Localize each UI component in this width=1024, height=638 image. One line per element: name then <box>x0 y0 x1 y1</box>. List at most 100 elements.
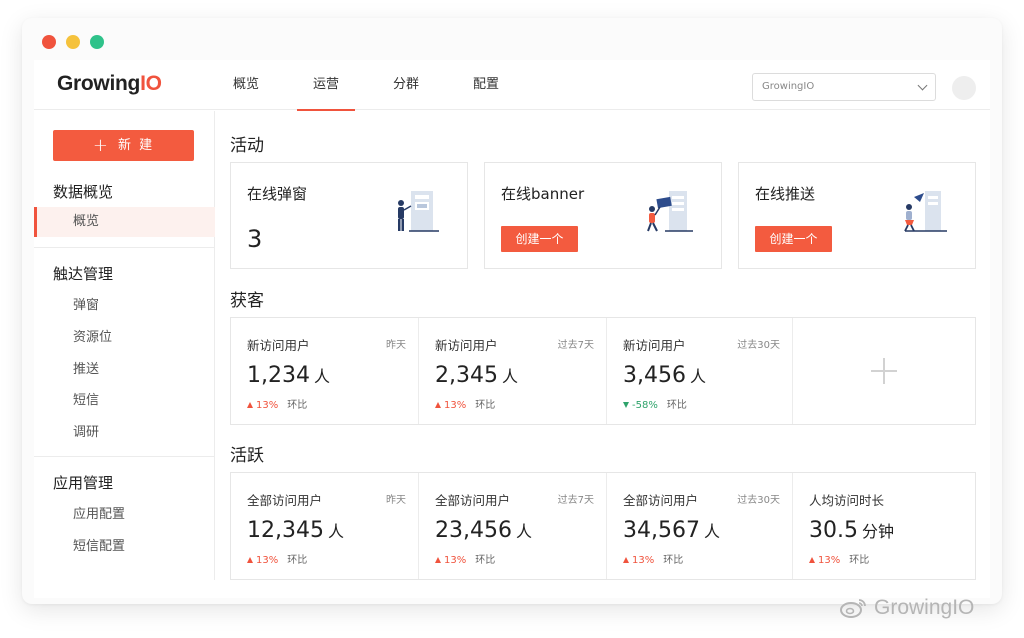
trend-up-icon <box>247 402 253 408</box>
section-title-activity: 活动 <box>230 136 264 156</box>
stat-period: 昨天 <box>386 495 406 506</box>
stat-value: 23,456 人 <box>435 518 532 543</box>
stat-compare-label: 环比 <box>849 555 870 566</box>
stat-card[interactable]: 新访问用户 过去30天 3,456 人 -58% 环比 <box>607 318 793 424</box>
sidebar-item-popup[interactable]: 弹窗 <box>34 291 215 321</box>
activity-card-count: 3 <box>247 225 263 253</box>
growingio-logo[interactable]: GrowingIO <box>57 72 162 96</box>
stat-compare-label: 环比 <box>475 400 496 411</box>
stat-number: 3,456 <box>623 363 686 388</box>
stat-compare-label: 环比 <box>475 555 496 566</box>
acquisition-stats-panel: 新访问用户 昨天 1,234 人 13% 环比 新访问用户 过去7天 2,345 人 … <box>230 317 976 425</box>
trend-up-icon <box>435 557 441 563</box>
stat-number: 12,345 <box>247 518 324 543</box>
stat-change-percent: 13% <box>444 400 467 411</box>
activity-card-push[interactable]: 在线推送 创建一个 <box>738 162 976 269</box>
stat-number: 1,234 <box>247 363 310 388</box>
section-title-engagement: 活跃 <box>230 446 264 466</box>
stat-card[interactable]: 人均访问时长 30.5 分钟 13% 环比 <box>793 473 975 579</box>
trend-down-icon <box>623 402 629 408</box>
sidebar-divider <box>34 247 215 248</box>
stat-card[interactable]: 全部访问用户 昨天 12,345 人 13% 环比 <box>231 473 419 579</box>
stat-change-percent: 13% <box>256 555 279 566</box>
sidebar-divider <box>34 456 215 457</box>
project-select[interactable]: GrowingIO <box>752 73 936 101</box>
stat-card[interactable]: 全部访问用户 过去30天 34,567 人 13% 环比 <box>607 473 793 579</box>
stat-card[interactable]: 全部访问用户 过去7天 23,456 人 13% 环比 <box>419 473 607 579</box>
stat-unit: 人 <box>313 367 330 386</box>
nav-segments[interactable]: 分群 <box>366 60 446 110</box>
main-nav: 概览 运营 分群 配置 <box>206 60 526 111</box>
engagement-stats-panel: 全部访问用户 昨天 12,345 人 13% 环比 全部访问用户 过去7天 23,4… <box>230 472 976 580</box>
stat-card[interactable]: 新访问用户 昨天 1,234 人 13% 环比 <box>231 318 419 424</box>
nav-operations[interactable]: 运营 <box>286 60 366 111</box>
banner-illustration-icon <box>647 191 693 232</box>
window-controls <box>42 35 104 49</box>
nav-settings[interactable]: 配置 <box>446 60 526 110</box>
stat-value: 2,345 人 <box>435 363 518 388</box>
stat-value: 34,567 人 <box>623 518 720 543</box>
stat-period: 过去7天 <box>557 495 594 506</box>
stat-change: 13% 环比 <box>247 551 307 566</box>
minimize-window-button[interactable] <box>66 35 80 49</box>
activity-card-banner[interactable]: 在线banner 创建一个 <box>484 162 722 269</box>
stat-label: 全部访问用户 <box>623 493 699 508</box>
stat-label: 全部访问用户 <box>247 493 323 508</box>
stat-label: 新访问用户 <box>623 338 686 353</box>
stat-period: 昨天 <box>386 340 406 351</box>
plus-icon: + <box>92 135 110 156</box>
nav-overview[interactable]: 概览 <box>206 60 286 110</box>
sidebar-item-overview[interactable]: 概览 <box>34 207 215 237</box>
stat-value: 3,456 人 <box>623 363 706 388</box>
sidebar-item-sms-config[interactable]: 短信配置 <box>34 532 215 562</box>
stat-unit: 分钟 <box>861 522 894 541</box>
create-push-button[interactable]: 创建一个 <box>755 226 832 252</box>
new-button[interactable]: + 新 建 <box>53 130 194 161</box>
maximize-window-button[interactable] <box>90 35 104 49</box>
sidebar-item-sms[interactable]: 短信 <box>34 386 215 416</box>
stat-change: 13% 环比 <box>435 551 495 566</box>
add-metric-button[interactable] <box>793 318 975 424</box>
stat-label: 全部访问用户 <box>435 493 511 508</box>
activity-card-popup[interactable]: 在线弹窗 3 <box>230 162 468 269</box>
sidebar-item-push[interactable]: 推送 <box>34 355 215 385</box>
trend-up-icon <box>809 557 815 563</box>
activity-card-title: 在线弹窗 <box>247 185 308 203</box>
stat-period: 过去30天 <box>737 340 780 351</box>
sidebar-group-app-management: 应用管理 <box>53 474 114 492</box>
create-banner-button[interactable]: 创建一个 <box>501 226 578 252</box>
stat-label: 新访问用户 <box>435 338 498 353</box>
sidebar-item-survey[interactable]: 调研 <box>34 418 215 448</box>
stat-period: 过去7天 <box>557 340 594 351</box>
stat-change-percent: -58% <box>632 400 658 411</box>
stat-card[interactable]: 新访问用户 过去7天 2,345 人 13% 环比 <box>419 318 607 424</box>
chevron-down-icon <box>917 80 928 91</box>
stat-value: 30.5 分钟 <box>809 518 894 543</box>
stat-change: 13% 环比 <box>623 551 683 566</box>
logo-text-io: IO <box>140 72 162 95</box>
push-illustration-icon <box>904 191 947 232</box>
sidebar-item-app-config[interactable]: 应用配置 <box>34 500 215 530</box>
stat-change: -58% 环比 <box>623 396 687 411</box>
stat-number: 34,567 <box>623 518 700 543</box>
main-content: 活动 在线弹窗 3 在线banner 创建一个 在线推送 创建一个 获客 新访问… <box>230 111 976 581</box>
stat-number: 30.5 <box>809 518 858 543</box>
popup-illustration-icon <box>398 191 439 232</box>
app-root: GrowingIO 概览 运营 分群 配置 GrowingIO + 新 建 数据概… <box>34 60 990 598</box>
sidebar-item-resource-slot[interactable]: 资源位 <box>34 323 215 353</box>
activity-card-title: 在线banner <box>501 185 585 203</box>
close-window-button[interactable] <box>42 35 56 49</box>
stat-change-percent: 13% <box>818 555 841 566</box>
stat-value: 1,234 人 <box>247 363 330 388</box>
section-title-acquisition: 获客 <box>230 291 264 311</box>
stat-number: 2,345 <box>435 363 498 388</box>
trend-up-icon <box>435 402 441 408</box>
stat-label: 新访问用户 <box>247 338 310 353</box>
avatar[interactable] <box>952 76 976 100</box>
new-button-label: 新 建 <box>117 138 155 153</box>
stat-compare-label: 环比 <box>287 400 308 411</box>
stat-unit: 人 <box>327 522 344 541</box>
stat-unit: 人 <box>515 522 532 541</box>
project-select-value: GrowingIO <box>762 81 815 92</box>
sidebar-group-touch-management: 触达管理 <box>53 265 114 283</box>
